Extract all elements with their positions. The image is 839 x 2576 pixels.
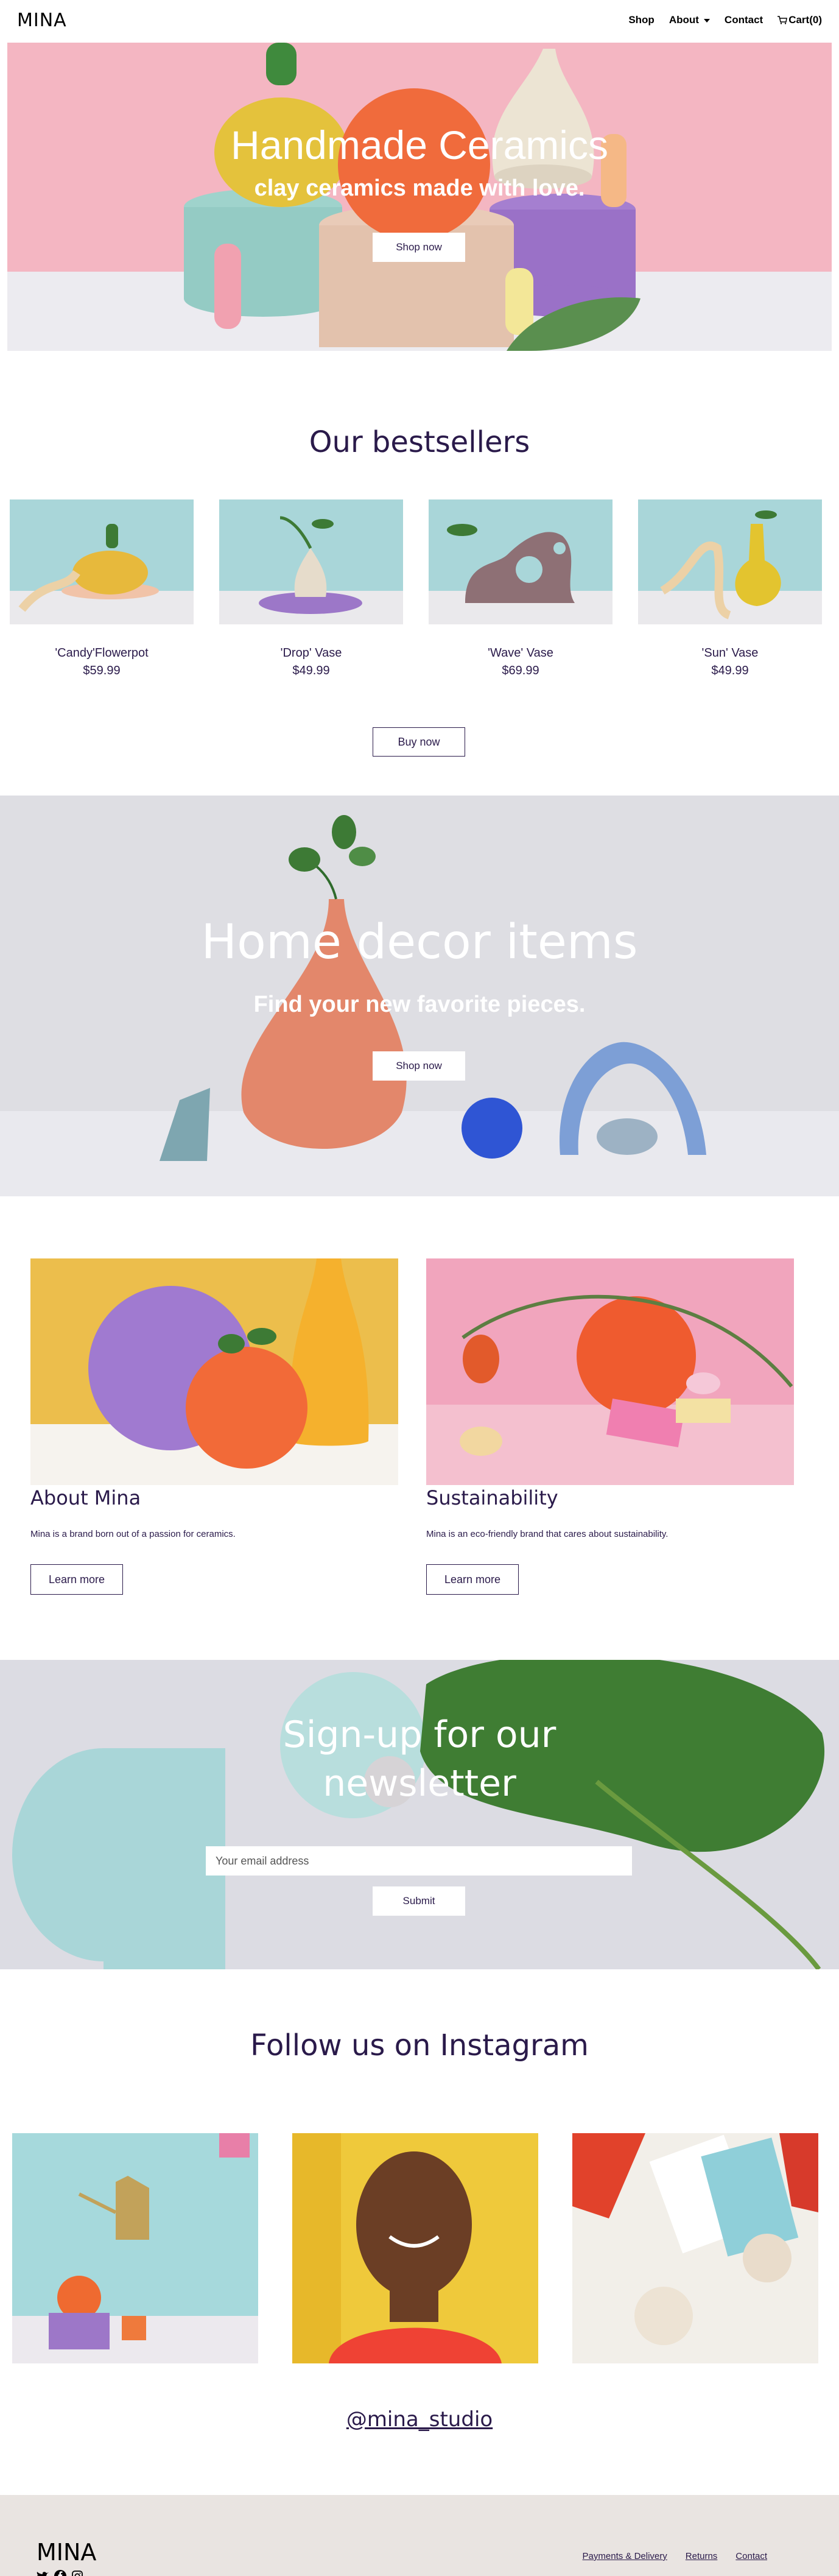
product-price: $69.99 — [502, 664, 539, 677]
brand-logo[interactable]: MINA — [17, 10, 67, 31]
nav-about-dropdown[interactable]: About — [669, 14, 710, 26]
footer-link-returns[interactable]: Returns — [686, 2551, 718, 2561]
hero-subtitle: clay ceramics made with love. — [254, 175, 585, 201]
product-name[interactable]: 'Candy'Flowerpot — [10, 646, 194, 660]
product-image[interactable] — [638, 499, 822, 624]
nav-links: Shop About Contact Cart(0) — [614, 14, 822, 26]
decor-shop-now-button[interactable]: Shop now — [373, 1051, 465, 1081]
instagram-post[interactable] — [572, 2133, 818, 2363]
product-card[interactable]: 'Sun' Vase $49.99 — [638, 499, 822, 678]
instagram-title: Follow us on Instagram — [250, 2028, 589, 2063]
product-card[interactable]: 'Wave' Vase $69.99 — [429, 499, 613, 678]
product-image[interactable] — [10, 499, 194, 624]
instagram-icon[interactable] — [72, 2571, 83, 2576]
hero-shop-now-button[interactable]: Shop now — [373, 233, 465, 262]
newsletter-title-line1: Sign-up for our — [283, 1713, 556, 1756]
footer-link-contact[interactable]: Contact — [735, 2551, 767, 2561]
social-icons — [37, 2569, 83, 2576]
newsletter-section: Sign-up for our newsletter Your email ad… — [0, 1660, 839, 1969]
product-name[interactable]: 'Drop' Vase — [219, 646, 403, 660]
sustainability-title: Sustainability — [426, 1486, 558, 1509]
twitter-icon[interactable] — [37, 2571, 49, 2576]
product-price: $49.99 — [292, 664, 330, 677]
nav-contact-link[interactable]: Contact — [725, 14, 763, 26]
home-decor-banner: Home decor items Find your new favorite … — [0, 796, 839, 1196]
instagram-handle-link[interactable]: @mina_studio — [0, 2407, 839, 2432]
product-name[interactable]: 'Wave' Vase — [429, 646, 613, 660]
top-navbar: MINA Shop About Contact Cart(0) — [0, 0, 839, 40]
newsletter-background — [12, 1660, 825, 1969]
product-card[interactable]: 'Candy'Flowerpot $59.99 — [10, 499, 194, 678]
product-image[interactable] — [429, 499, 613, 624]
caret-down-icon — [703, 18, 710, 23]
sustainability-learn-more-button[interactable]: Learn more — [426, 1564, 519, 1595]
facebook-icon[interactable] — [54, 2569, 67, 2576]
submit-button[interactable]: Submit — [373, 1886, 465, 1916]
instagram-post[interactable] — [12, 2133, 258, 2363]
product-name[interactable]: 'Sun' Vase — [638, 646, 822, 660]
about-image — [30, 1258, 398, 1485]
nav-cart-link[interactable]: Cart(0) — [778, 14, 822, 26]
footer-link-payments[interactable]: Payments & Delivery — [583, 2551, 667, 2561]
product-price: $59.99 — [83, 664, 121, 677]
nav-shop-link[interactable]: Shop — [628, 14, 655, 26]
about-text: Mina is a brand born out of a passion fo… — [30, 1529, 236, 1539]
email-input[interactable]: Your email address — [206, 1846, 632, 1876]
footer-links: Payments & Delivery Returns Contact — [583, 2551, 767, 2561]
hero-banner: Handmade Ceramics clay ceramics made wit… — [7, 43, 832, 351]
product-card[interactable]: 'Drop' Vase $49.99 — [219, 499, 403, 678]
sustainability-image — [426, 1258, 794, 1485]
sustainability-text: Mina is an eco-friendly brand that cares… — [426, 1529, 669, 1539]
product-price: $49.99 — [711, 664, 749, 677]
cart-icon — [778, 16, 788, 24]
buy-now-button[interactable]: Buy now — [373, 727, 465, 757]
about-title: About Mina — [30, 1486, 141, 1509]
about-learn-more-button[interactable]: Learn more — [30, 1564, 123, 1595]
footer-logo[interactable]: MINA — [37, 2539, 96, 2566]
cart-label: Cart(0) — [788, 14, 822, 26]
bestsellers-title: Our bestsellers — [309, 425, 530, 459]
footer: MINA Payments & Delivery Returns Contact — [0, 2495, 839, 2576]
nav-about-label: About — [669, 14, 699, 26]
hero-title: Handmade Ceramics — [231, 122, 608, 168]
newsletter-title-line2: newsletter — [323, 1762, 516, 1805]
product-image[interactable] — [219, 499, 403, 624]
decor-title: Home decor items — [201, 915, 638, 970]
decor-subtitle: Find your new favorite pieces. — [253, 992, 586, 1017]
instagram-post[interactable] — [292, 2133, 538, 2363]
